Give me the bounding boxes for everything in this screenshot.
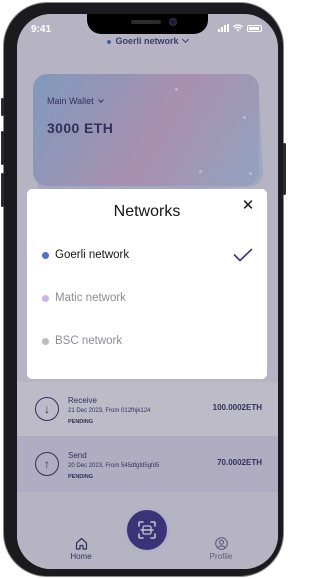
volume-down-button <box>1 173 4 207</box>
network-dot <box>42 252 49 259</box>
networks-modal: Networks ✕ Goerli network Matic network … <box>27 189 267 379</box>
notch <box>87 14 208 34</box>
network-option-label: BSC network <box>55 335 123 347</box>
network-option-label: Matic network <box>55 292 126 304</box>
status-icons <box>218 24 262 32</box>
speaker <box>131 20 161 24</box>
side-button <box>1 98 4 116</box>
network-dot <box>42 295 49 302</box>
network-option-label: Goerli network <box>55 249 130 261</box>
camera <box>169 18 177 26</box>
status-time: 9:41 <box>31 24 52 35</box>
network-dot <box>42 338 49 345</box>
network-option-matic[interactable]: Matic network <box>41 289 253 309</box>
wifi-icon <box>233 24 243 32</box>
volume-up-button <box>1 131 4 165</box>
network-option-bsc[interactable]: BSC network <box>41 332 253 352</box>
power-button <box>283 143 286 195</box>
modal-title: Networks <box>113 203 181 220</box>
phone-frame: 9:41 Goerli network Main Wallet 3000 ETH… <box>1 2 286 577</box>
network-option-goerli[interactable]: Goerli network <box>41 246 253 266</box>
checkmark-icon <box>233 248 253 262</box>
app-screen: 9:41 Goerli network Main Wallet 3000 ETH… <box>17 14 278 569</box>
battery-icon <box>247 24 262 32</box>
cellular-signal-icon <box>218 24 229 32</box>
close-icon[interactable]: ✕ <box>241 198 255 213</box>
